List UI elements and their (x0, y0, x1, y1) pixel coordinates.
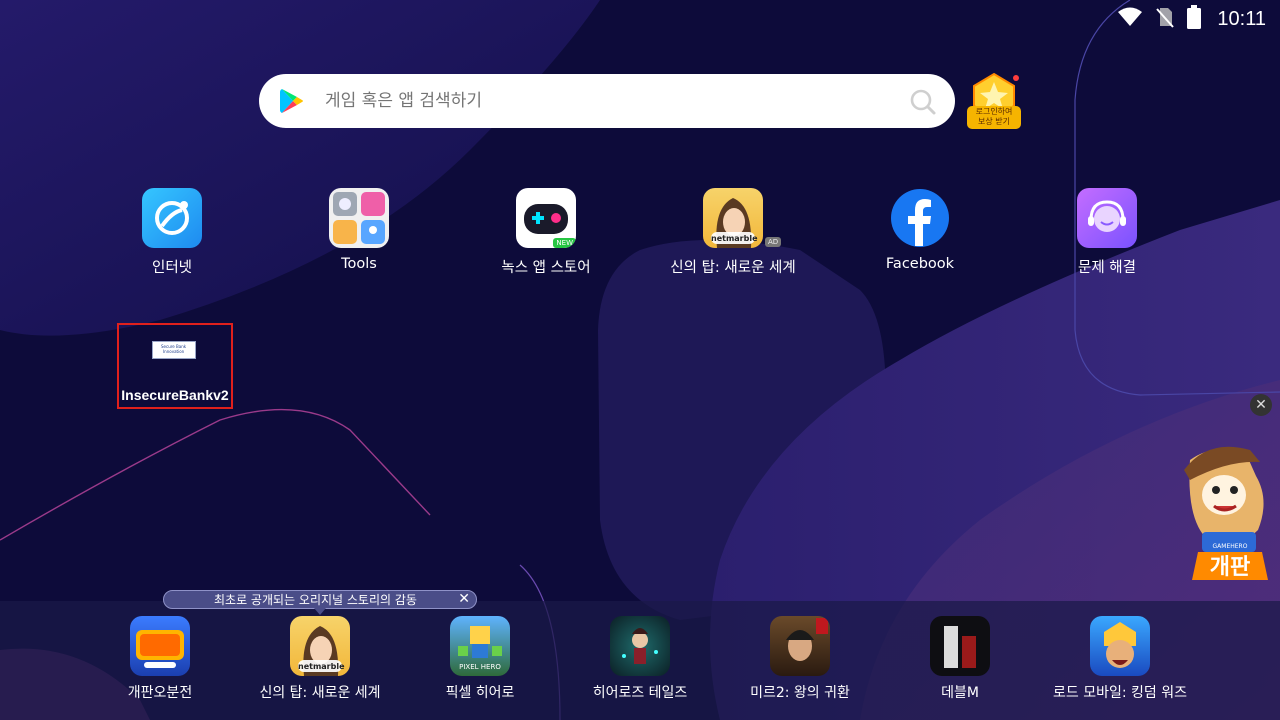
tower-of-god-icon: netmarble (290, 616, 350, 676)
lords-mobile-icon (1090, 616, 1150, 676)
app-help[interactable]: 문제 해결 (1032, 188, 1182, 277)
tooltip-close-icon[interactable]: ✕ (458, 590, 470, 609)
facebook-icon (890, 188, 950, 248)
mascot-dog-icon: 개판 GAMEHERO (1184, 446, 1268, 580)
mir2-icon (770, 616, 830, 676)
app-label: 픽셀 히어로 (445, 685, 515, 701)
dock-app-devil-m[interactable]: 데블M (885, 616, 1035, 702)
floating-ad-close-button[interactable]: ✕ (1250, 394, 1272, 416)
dock-app-gaepan[interactable]: 개판오분전 (85, 616, 235, 702)
netmarble-logo: netmarble (298, 662, 345, 671)
insecurebank-logo-icon: Secure Bank Innovation (152, 341, 196, 359)
app-nox-store[interactable]: NEW 녹스 앱 스토어 (471, 188, 621, 277)
dock-app-tower-of-god[interactable]: netmarble 신의 탑: 새로운 세계 (245, 616, 395, 702)
app-label: 로드 모바일: 킹덤 워즈 (1053, 685, 1187, 701)
app-label: 데블M (941, 685, 979, 701)
app-label: 개판오분전 (127, 685, 193, 701)
reward-label: 로그인하여 보상 받기 (967, 106, 1021, 129)
battery-icon (1187, 5, 1202, 33)
app-label: 녹스 앱 스토어 (501, 260, 591, 276)
wifi-icon (1117, 7, 1143, 31)
netmarble-logo: netmarble (711, 234, 758, 243)
app-label: 히어로즈 테일즈 (592, 685, 688, 701)
clock: 10:11 (1217, 7, 1266, 30)
app-label: 문제 해결 (1078, 260, 1136, 276)
internet-icon (142, 188, 202, 248)
app-tower-of-god[interactable]: netmarble AD 신의 탑: 새로운 세계 (658, 188, 808, 277)
search-icon[interactable] (909, 88, 937, 120)
app-label: 신의 탑: 새로운 세계 (670, 260, 796, 276)
ad-badge: AD (765, 237, 782, 247)
tools-icon (329, 188, 389, 248)
gamehero-label: GAMEHERO (1213, 543, 1248, 550)
gaepan-icon (130, 616, 190, 676)
app-label: Tools (341, 256, 377, 272)
app-label: InsecureBankv2 (121, 387, 229, 403)
floating-ad-gaepan[interactable]: 개판 GAMEHERO (1178, 440, 1280, 600)
no-sim-icon (1155, 6, 1175, 32)
dock-app-lords-mobile[interactable]: 로드 모바일: 킹덤 워즈 (1045, 616, 1195, 702)
tower-of-god-icon: netmarble (703, 188, 763, 248)
tooltip-arrow (314, 608, 326, 615)
help-icon (1077, 188, 1137, 248)
search-bar[interactable] (259, 74, 955, 128)
devil-m-icon (930, 616, 990, 676)
pixel-hero-icon: PIXEL HERO (450, 616, 510, 676)
app-label: Facebook (885, 256, 955, 272)
app-internet[interactable]: 인터넷 (97, 188, 247, 277)
app-label: 미르2: 왕의 귀환 (750, 685, 850, 701)
dock: 개판오분전 netmarble 신의 탑: 새로운 세계 PIXEL HERO … (0, 601, 1280, 720)
app-label: 인터넷 (151, 260, 193, 276)
app-facebook[interactable]: Facebook (845, 188, 995, 272)
dock-app-heroes-tales[interactable]: 히어로즈 테일즈 (565, 616, 715, 702)
nox-app-store-icon: NEW (516, 188, 576, 248)
google-play-icon (279, 88, 305, 114)
status-bar: 10:11 (1117, 5, 1266, 33)
dock-tooltip: 최초로 공개되는 오리지널 스토리의 감동 ✕ (163, 590, 477, 615)
dock-app-pixel-hero[interactable]: PIXEL HERO 픽셀 히어로 (405, 616, 555, 702)
new-badge: NEW (553, 238, 576, 248)
app-tools[interactable]: Tools (284, 188, 434, 272)
dock-app-mir2[interactable]: 미르2: 왕의 귀환 (725, 616, 875, 702)
app-label: 신의 탑: 새로운 세계 (259, 685, 381, 701)
login-reward-button[interactable]: 로그인하여 보상 받기 (964, 72, 1024, 132)
heroes-tales-icon (610, 616, 670, 676)
search-input[interactable] (325, 74, 885, 128)
app-insecurebankv2[interactable]: Secure Bank Innovation InsecureBankv2 (117, 323, 233, 409)
gaepan-title: 개판 (1210, 555, 1250, 580)
pixel-hero-logo: PIXEL HERO (459, 663, 501, 671)
